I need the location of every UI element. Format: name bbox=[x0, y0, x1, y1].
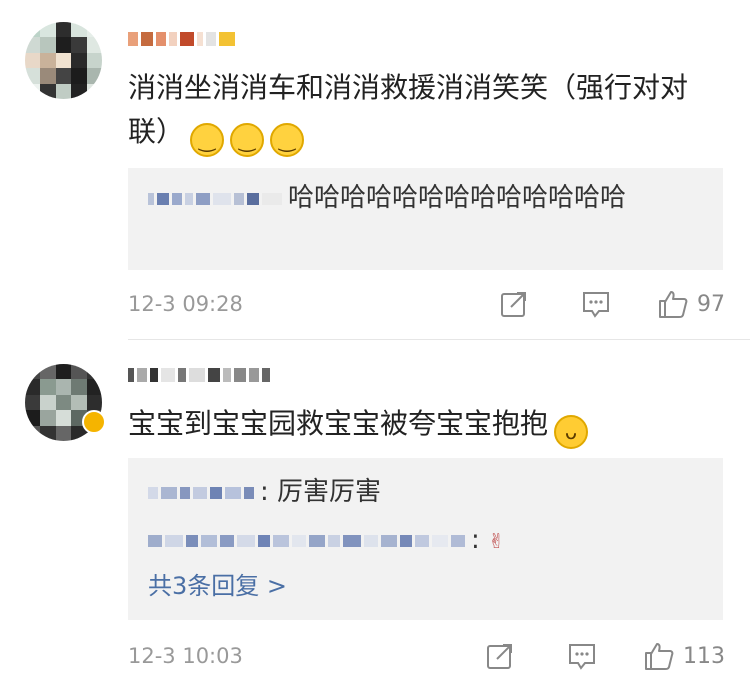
comment-meta: 12-3 10:03 113 bbox=[128, 638, 725, 674]
share-icon bbox=[501, 292, 526, 317]
like-count: 113 bbox=[683, 643, 725, 669]
comment-item: 消消坐消消车和消消救援消消笑笑（强行对对联） ‿ ‿ ‿ 哈哈哈哈哈哈哈哈哈哈哈哈哈 … bbox=[0, 0, 750, 340]
comment-meta: 12-3 09:28 97 bbox=[128, 286, 725, 322]
reply-text: 哈哈哈哈哈哈哈哈哈哈哈哈哈 bbox=[288, 183, 627, 213]
like-count: 97 bbox=[697, 291, 725, 317]
comment-text-content: 宝宝到宝宝园救宝宝被夸宝宝抱抱 bbox=[128, 407, 549, 440]
comment-item: 宝宝到宝宝园救宝宝被夸宝宝抱抱 ᴗ : 厉害厉害 : ✌ 共3条回复 > 12-3… bbox=[0, 340, 750, 688]
comment-button[interactable] bbox=[567, 641, 597, 671]
reply-text: : bbox=[471, 525, 480, 555]
comment-text: 宝宝到宝宝园救宝宝被夸宝宝抱抱 ᴗ bbox=[128, 402, 702, 449]
comment-text: 消消坐消消车和消消救援消消笑笑（强行对对联） ‿ ‿ ‿ bbox=[128, 66, 702, 157]
comment-icon bbox=[583, 292, 609, 318]
fingers-crossed-icon: ✌ bbox=[488, 529, 505, 553]
timestamp: 12-3 10:03 bbox=[128, 644, 243, 668]
timestamp: 12-3 09:28 bbox=[128, 292, 243, 316]
share-button[interactable] bbox=[499, 289, 529, 319]
reply-line: : 厉害厉害 bbox=[148, 472, 703, 512]
laughing-emoji-icon: ‿ bbox=[190, 123, 225, 157]
reply-username-blurred[interactable] bbox=[148, 192, 282, 205]
reply-line: : ✌ bbox=[148, 520, 703, 561]
username-blurred[interactable] bbox=[128, 362, 270, 388]
like-button[interactable]: 97 bbox=[657, 289, 725, 319]
more-replies-link[interactable]: 共3条回复 > bbox=[148, 566, 703, 606]
reply-box[interactable]: 哈哈哈哈哈哈哈哈哈哈哈哈哈 bbox=[128, 168, 723, 270]
reply-text: : 厉害厉害 bbox=[260, 477, 382, 507]
comment-icon bbox=[569, 644, 595, 670]
reply-line: 哈哈哈哈哈哈哈哈哈哈哈哈哈 bbox=[148, 178, 703, 218]
share-icon bbox=[487, 644, 512, 669]
thumbs-up-icon bbox=[645, 643, 674, 670]
yum-emoji-icon: ᴗ bbox=[554, 415, 589, 449]
reply-username-blurred[interactable] bbox=[148, 486, 254, 499]
reply-username-blurred[interactable] bbox=[148, 534, 465, 547]
laughing-emoji-icon: ‿ bbox=[230, 123, 265, 157]
share-button[interactable] bbox=[485, 641, 515, 671]
verified-badge-icon bbox=[82, 410, 106, 434]
reply-box[interactable]: : 厉害厉害 : ✌ 共3条回复 > bbox=[128, 458, 723, 620]
laughing-emoji-icon: ‿ bbox=[270, 123, 305, 157]
username-blurred[interactable] bbox=[128, 26, 235, 52]
avatar[interactable] bbox=[25, 22, 102, 99]
like-button[interactable]: 113 bbox=[643, 641, 725, 671]
comment-button[interactable] bbox=[581, 289, 611, 319]
thumbs-up-icon bbox=[659, 291, 688, 318]
